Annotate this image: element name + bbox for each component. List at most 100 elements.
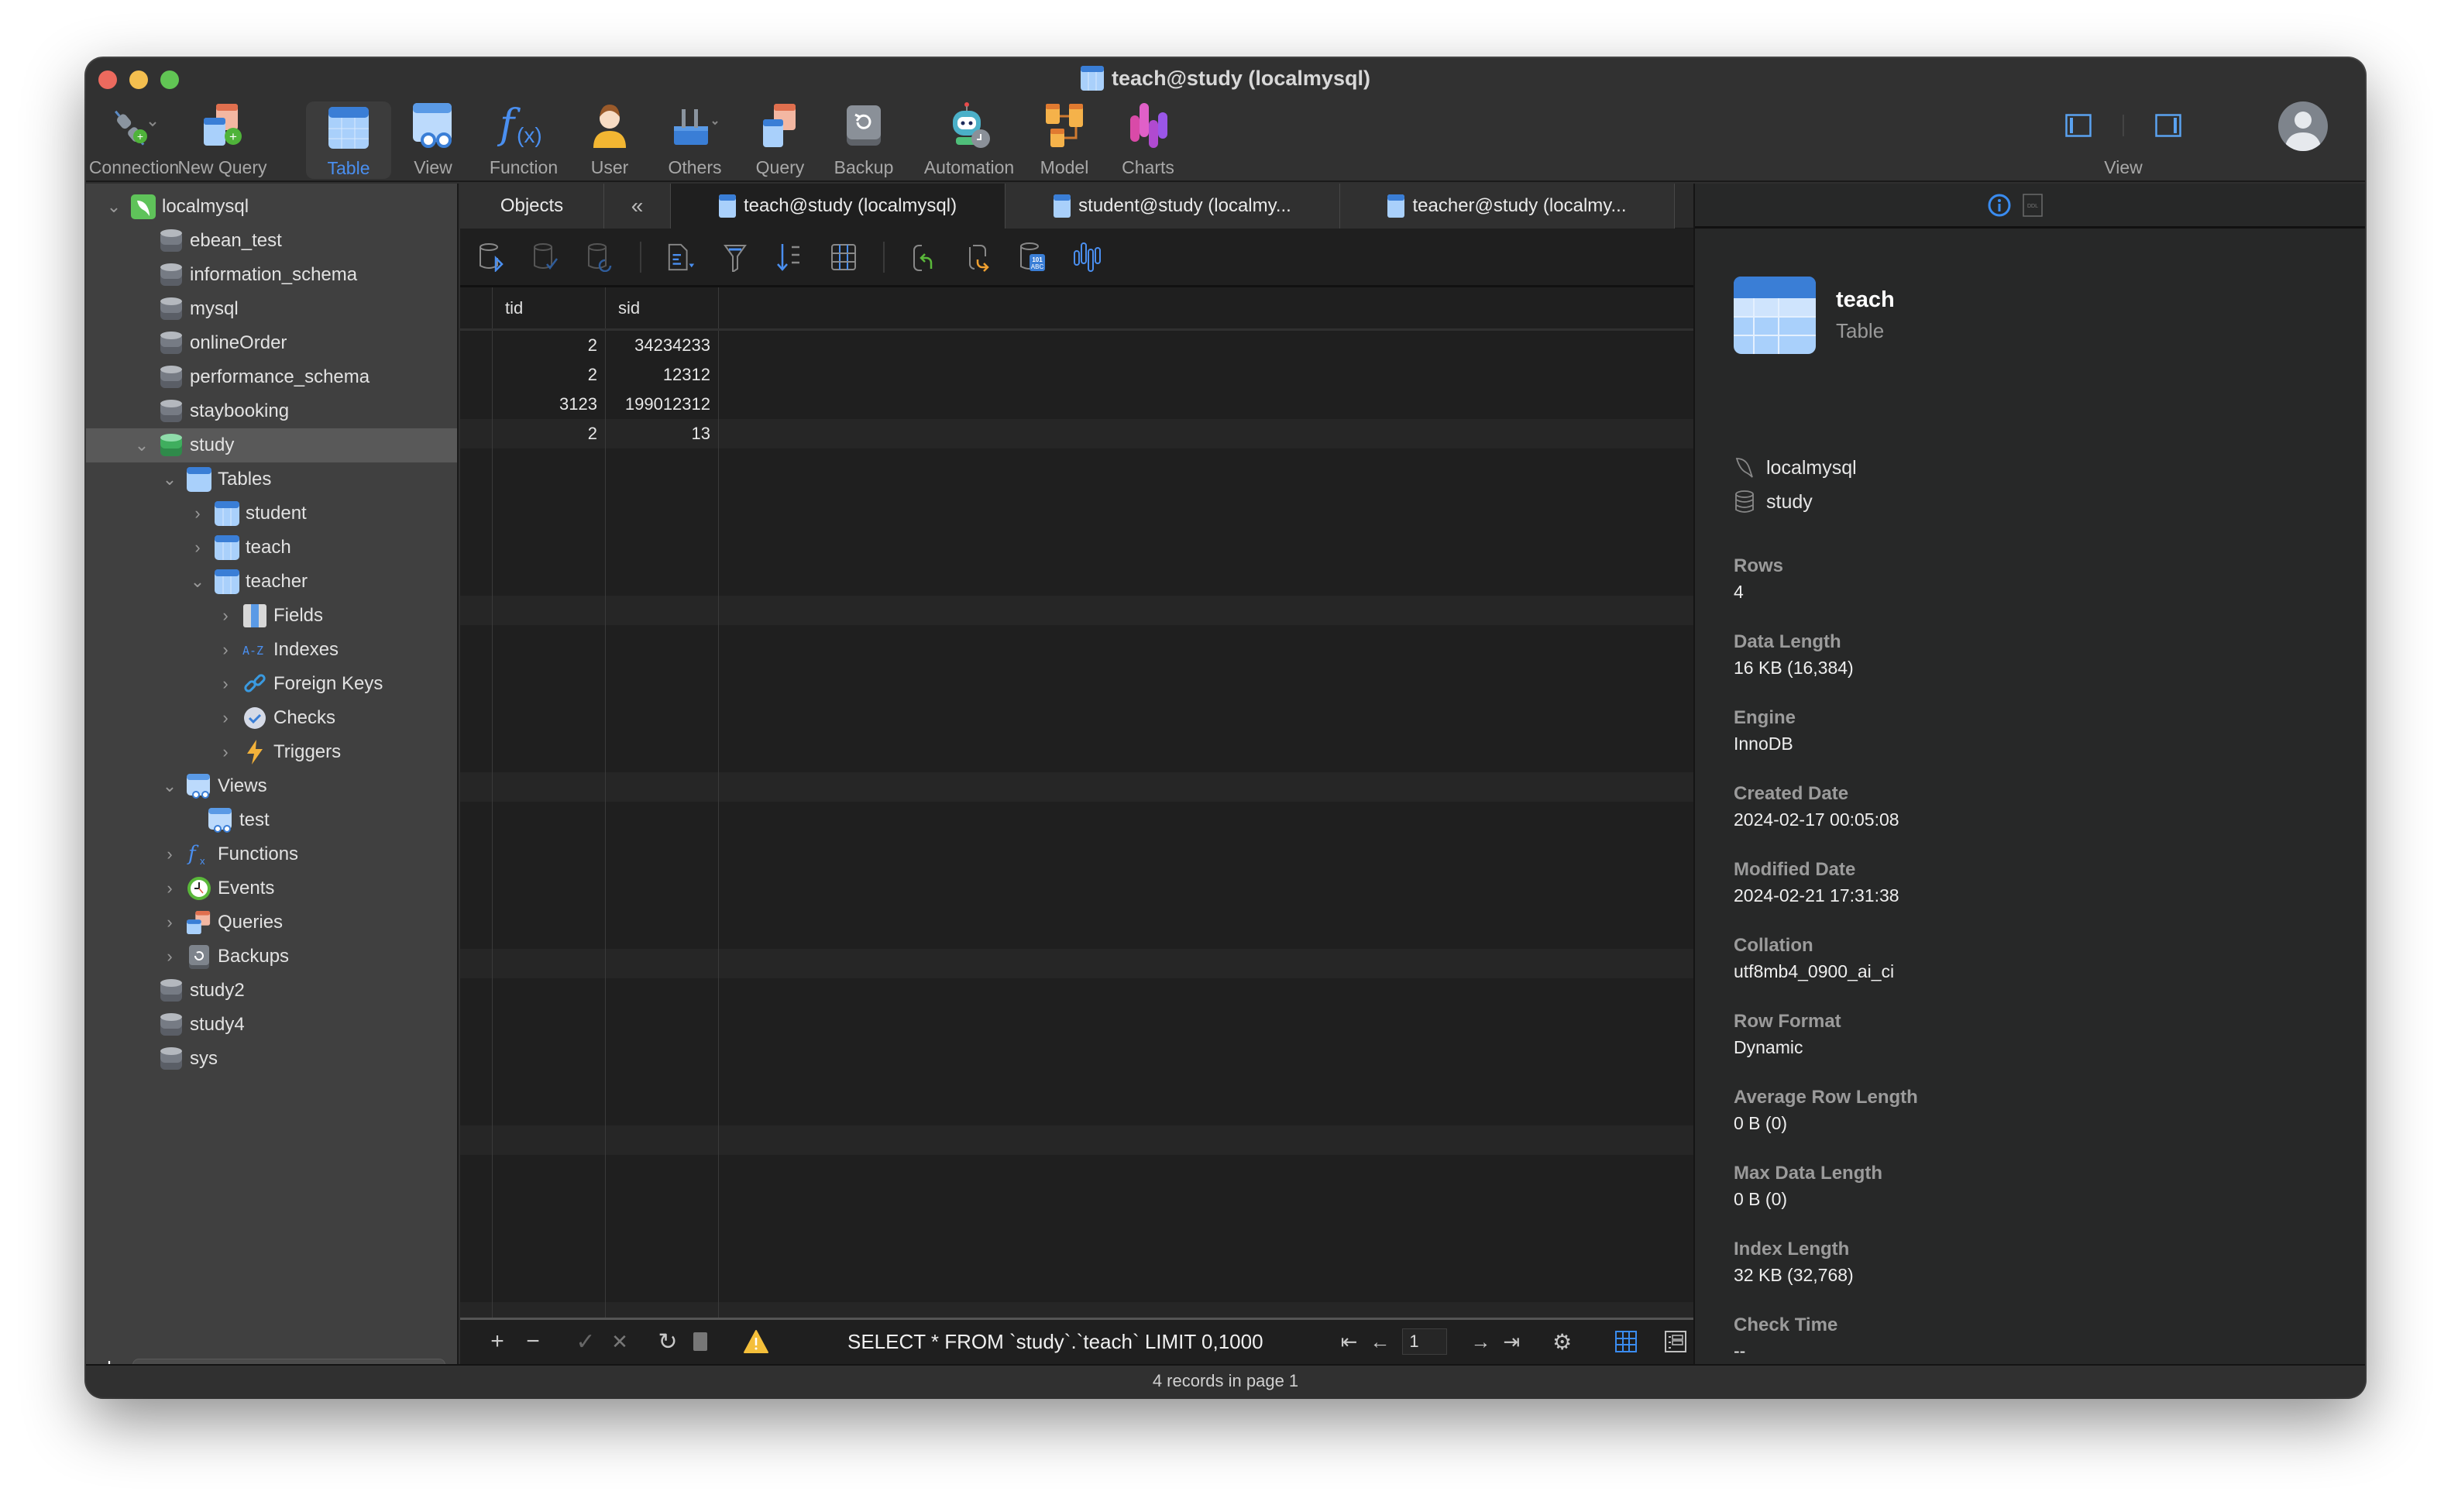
tree-group-views[interactable]: ⌄ Views xyxy=(86,769,457,803)
delete-record-button[interactable]: − xyxy=(522,1328,544,1355)
tree-db-mysql[interactable]: mysql xyxy=(86,292,457,326)
tree-db-study4[interactable]: study4 xyxy=(86,1008,457,1042)
chevron-down-icon[interactable]: ⌄ xyxy=(131,435,153,455)
next-page-button[interactable]: → xyxy=(1470,1330,1490,1354)
add-record-button[interactable]: + xyxy=(486,1328,508,1355)
tree-group-queries[interactable]: › Queries xyxy=(86,905,457,940)
toolbar-connection-button[interactable]: + Connection xyxy=(88,98,180,178)
chevron-right-icon[interactable]: › xyxy=(159,947,180,967)
tab-objects[interactable]: Objects xyxy=(460,184,604,229)
chevron-right-icon[interactable]: › xyxy=(187,538,208,558)
import-icon[interactable] xyxy=(909,242,939,273)
tree-table-teacher[interactable]: ⌄ teacher xyxy=(86,565,457,599)
tab-student[interactable]: student@study (localmy... xyxy=(1005,184,1340,229)
cell-tid[interactable]: 2 xyxy=(493,419,606,448)
sort-icon[interactable] xyxy=(775,242,804,273)
tree-node-checks[interactable]: › Checks xyxy=(86,701,457,735)
grid-columns-icon[interactable] xyxy=(829,242,858,273)
filter-icon[interactable] xyxy=(720,242,750,273)
toolbar-backup-button[interactable]: Backup xyxy=(821,98,906,178)
apply-changes-button[interactable]: ✓ xyxy=(575,1328,596,1356)
cell-tid[interactable]: 2 xyxy=(493,331,606,360)
cell-tid[interactable]: 3123 xyxy=(493,390,606,419)
tree-db-study[interactable]: ⌄ study xyxy=(86,428,457,462)
chevron-right-icon[interactable]: › xyxy=(187,503,208,524)
chevron-down-icon[interactable]: ⌄ xyxy=(103,197,125,217)
toolbar-query-button[interactable]: Query xyxy=(737,98,823,178)
last-page-button[interactable]: ⇥ xyxy=(1503,1330,1520,1354)
toolbar-model-button[interactable]: Model xyxy=(1022,98,1107,178)
cell-sid[interactable]: 199012312 xyxy=(606,390,719,419)
text-view-dropdown-icon[interactable] xyxy=(666,242,696,273)
first-page-button[interactable]: ⇤ xyxy=(1341,1330,1358,1354)
discard-changes-button[interactable]: ✕ xyxy=(609,1330,631,1354)
tree-node-fields[interactable]: › Fields xyxy=(86,599,457,633)
tab-teacher[interactable]: teacher@study (localmy... xyxy=(1340,184,1675,229)
tree-table-teach[interactable]: › teach xyxy=(86,531,457,565)
chevron-right-icon[interactable]: › xyxy=(215,674,236,694)
toggle-right-panel-icon[interactable] xyxy=(2155,114,2181,137)
tree-view-test[interactable]: test xyxy=(86,803,457,837)
chevron-down-icon[interactable]: ⌄ xyxy=(187,572,208,592)
table-row[interactable]: 2 12312 xyxy=(460,360,1693,390)
grid-view-button[interactable] xyxy=(1615,1331,1638,1352)
tree-db-performance-schema[interactable]: performance_schema xyxy=(86,360,457,394)
table-row[interactable]: 2 34234233 xyxy=(460,331,1693,360)
tree-db-sys[interactable]: sys xyxy=(86,1042,457,1076)
tree-group-functions[interactable]: › fx Functions xyxy=(86,837,457,871)
tree-group-events[interactable]: › Events xyxy=(86,871,457,905)
chevron-right-icon[interactable]: › xyxy=(159,844,180,864)
export-icon[interactable] xyxy=(964,242,993,273)
tree-db-onlineorder[interactable]: onlineOrder xyxy=(86,326,457,360)
chart-waveform-icon[interactable] xyxy=(1072,242,1102,273)
settings-button[interactable]: ⚙ xyxy=(1552,1329,1572,1355)
tree-db-staybooking[interactable]: staybooking xyxy=(86,394,457,428)
tab-teach[interactable]: teach@study (localmysql) xyxy=(671,184,1005,229)
cell-sid[interactable]: 34234233 xyxy=(606,331,719,360)
chevron-right-icon[interactable]: › xyxy=(215,708,236,728)
collapse-tabs-button[interactable]: « xyxy=(604,184,671,229)
toolbar-new-query-button[interactable]: + New Query xyxy=(176,98,269,178)
column-header-tid[interactable]: tid xyxy=(493,287,606,328)
toolbar-table-button[interactable]: Table xyxy=(306,101,391,179)
chevron-right-icon[interactable]: › xyxy=(215,640,236,660)
chevron-right-icon[interactable]: › xyxy=(215,742,236,762)
tree-table-student[interactable]: › student xyxy=(86,497,457,531)
chevron-down-icon[interactable]: ⌄ xyxy=(159,469,180,490)
tree-node-indexes[interactable]: › A-Z Indexes xyxy=(86,633,457,667)
table-row[interactable]: 2 13 xyxy=(460,419,1693,448)
tree-group-tables[interactable]: ⌄ Tables xyxy=(86,462,457,497)
tree-node-triggers[interactable]: › Triggers xyxy=(86,735,457,769)
tree-db-study2[interactable]: study2 xyxy=(86,974,457,1008)
toolbar-charts-button[interactable]: Charts xyxy=(1105,98,1191,178)
chevron-right-icon[interactable]: › xyxy=(159,878,180,899)
chevron-right-icon[interactable]: › xyxy=(159,912,180,933)
toolbar-function-button[interactable]: f (x) Function xyxy=(477,98,570,178)
cell-sid[interactable]: 13 xyxy=(606,419,719,448)
commit-icon[interactable] xyxy=(531,242,561,273)
toolbar-view-button[interactable]: View xyxy=(390,98,476,178)
data-generation-icon[interactable]: 101 ABC xyxy=(1018,242,1047,273)
toolbar-automation-button[interactable]: Automation xyxy=(915,98,1023,178)
ddl-icon[interactable]: DDL xyxy=(2022,193,2043,217)
tree-db-information-schema[interactable]: information_schema xyxy=(86,258,457,292)
table-row[interactable]: 3123 199012312 xyxy=(460,390,1693,419)
cell-tid[interactable]: 2 xyxy=(493,360,606,390)
rollback-icon[interactable] xyxy=(586,242,615,273)
refresh-button[interactable]: ↻ xyxy=(657,1328,679,1356)
info-icon[interactable] xyxy=(1987,193,2012,218)
toolbar-others-button[interactable]: Others xyxy=(652,98,737,178)
tree-connection-localmysql[interactable]: ⌄ localmysql xyxy=(86,190,457,224)
tree-node-foreign-keys[interactable]: › Foreign Keys xyxy=(86,667,457,701)
page-number-input[interactable] xyxy=(1402,1328,1448,1355)
column-header-sid[interactable]: sid xyxy=(606,287,719,328)
toolbar-user-button[interactable]: User xyxy=(567,98,652,178)
chevron-right-icon[interactable]: › xyxy=(215,606,236,626)
stop-button[interactable] xyxy=(689,1332,711,1351)
cell-sid[interactable]: 12312 xyxy=(606,360,719,390)
tree-db-ebean-test[interactable]: ebean_test xyxy=(86,224,457,258)
tree-group-backups[interactable]: › Backups xyxy=(86,940,457,974)
previous-page-button[interactable]: ← xyxy=(1370,1330,1390,1354)
chevron-down-icon[interactable]: ⌄ xyxy=(159,776,180,796)
toggle-left-panel-icon[interactable] xyxy=(2065,114,2092,137)
